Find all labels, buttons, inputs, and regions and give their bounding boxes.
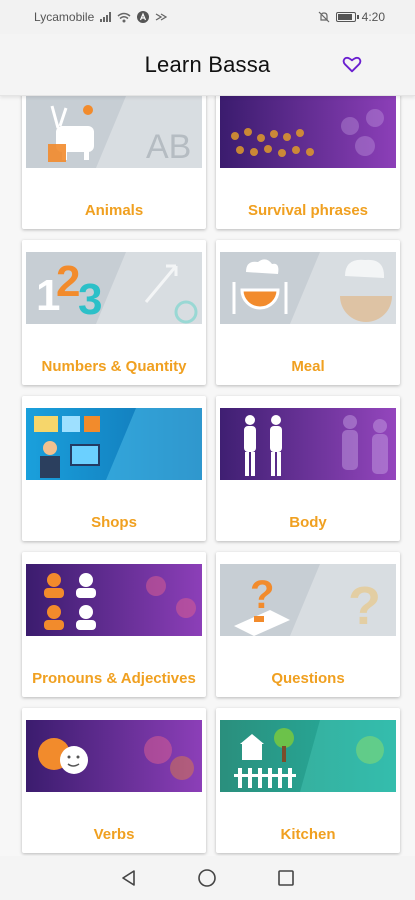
numbers-quantity-image: 1 2 3: [26, 252, 202, 324]
heart-outline-icon[interactable]: [341, 53, 363, 75]
recents-square-icon: [278, 870, 294, 886]
category-label: Animals: [84, 202, 144, 219]
category-card-animals[interactable]: AB Animals: [22, 96, 206, 229]
category-label: Kitchen: [280, 826, 336, 843]
battery-icon: [335, 12, 359, 22]
category-label: Shops: [91, 514, 137, 531]
signal-icon: [100, 12, 112, 22]
category-card-body[interactable]: Body: [216, 396, 400, 541]
category-label: Survival phrases: [247, 202, 369, 219]
questions-image: ? ?: [220, 564, 396, 636]
category-label: Verbs: [93, 826, 135, 843]
svg-text:2: 2: [56, 257, 80, 306]
svg-text:AB: AB: [146, 128, 191, 166]
meal-image: [220, 252, 396, 324]
category-card-kitchen[interactable]: Kitchen: [216, 708, 400, 853]
body-image: [220, 408, 396, 480]
category-card-meal[interactable]: Meal: [216, 240, 400, 385]
cast-icon: [155, 13, 168, 21]
wifi-icon: [117, 12, 131, 22]
animals-image: AB: [26, 96, 202, 168]
category-label: Numbers & Quantity: [41, 358, 187, 375]
home-circle-icon: [198, 869, 217, 887]
category-card-questions[interactable]: ? ? Questions: [216, 552, 400, 697]
home-button[interactable]: [195, 866, 219, 890]
category-card-shops[interactable]: Shops: [22, 396, 206, 541]
recents-button[interactable]: [274, 866, 298, 890]
a-badge-icon: [137, 11, 150, 23]
shops-image: [26, 408, 202, 480]
category-card-verbs[interactable]: Verbs: [22, 708, 206, 853]
system-nav-bar: [0, 856, 415, 900]
pronouns-adjectives-image: [26, 564, 202, 636]
category-card-numbers-quantity[interactable]: 1 2 3 Numbers & Quantity: [22, 240, 206, 385]
category-card-pronouns-adjectives[interactable]: Pronouns & Adjectives: [22, 552, 206, 697]
category-label: Body: [289, 514, 327, 531]
svg-text:?: ?: [348, 576, 381, 636]
survival-phrases-image: [220, 96, 396, 168]
category-card-survival-phrases[interactable]: Survival phrases: [216, 96, 400, 229]
clock: 4:20: [361, 10, 385, 24]
svg-text:?: ?: [250, 573, 274, 617]
back-button[interactable]: [117, 866, 141, 890]
category-grid: AB Animals Survival phrases 1 2 3 Number…: [0, 96, 415, 856]
verbs-image: [26, 720, 202, 792]
category-label: Questions: [271, 670, 345, 687]
app-bar: Learn Bassa: [0, 34, 415, 96]
category-label: Pronouns & Adjectives: [32, 670, 196, 687]
carrier-name: Lycamobile: [34, 10, 95, 24]
category-label: Meal: [291, 358, 325, 375]
svg-text:3: 3: [78, 275, 102, 324]
status-bar: Lycamobile 4:20: [0, 0, 415, 34]
back-triangle-icon: [122, 870, 135, 886]
kitchen-image: [220, 720, 396, 792]
mute-bell-icon: [318, 11, 330, 23]
